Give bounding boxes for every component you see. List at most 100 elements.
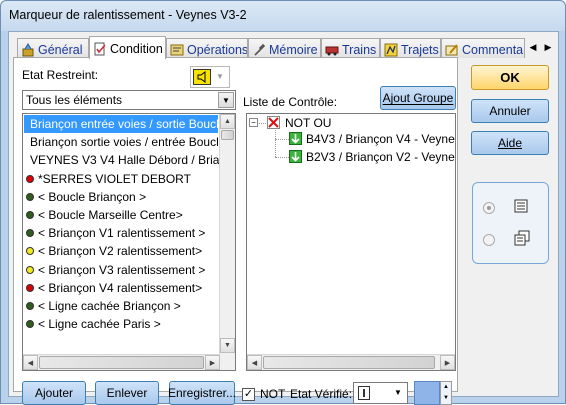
element-list-item[interactable]: < Briançon V2 ralentissement> xyxy=(24,242,218,260)
element-list-item[interactable]: < Ligne cachée Paris > xyxy=(24,315,218,333)
element-list-item[interactable]: VEYNES V3 V4 Halle Débord / Bria xyxy=(24,151,220,169)
window-title: Marqueur de ralentissement - Veynes V3-2 xyxy=(9,8,247,22)
scroll-left-icon[interactable]: ◀ xyxy=(247,355,262,370)
tree-child-label[interactable]: B4V3 / Briançon V4 - Veynes V3 xyxy=(306,132,455,146)
scroll-up-icon[interactable]: ▲ xyxy=(220,114,235,129)
green-dot-icon xyxy=(26,211,34,219)
ok-label: OK xyxy=(500,70,520,85)
tab-operations[interactable]: Opérations xyxy=(166,38,248,58)
green-down-arrow-icon xyxy=(289,150,302,163)
tab-commentaires[interactable]: Commenta xyxy=(441,38,525,58)
green-dot-icon xyxy=(26,192,34,201)
element-label: < Boucle Marseille Centre> xyxy=(38,208,183,222)
element-list-item[interactable]: < Briançon V3 ralentissement > xyxy=(24,261,218,279)
green-down-arrow-icon xyxy=(289,132,302,145)
view-copy-radio[interactable] xyxy=(483,234,495,246)
etat-verifie-label: Etat Vérifié: xyxy=(290,387,353,401)
tab-trains[interactable]: Trains xyxy=(321,38,380,58)
ajouter-label: Ajouter xyxy=(34,386,74,400)
value-field[interactable] xyxy=(414,381,440,405)
filter-select[interactable]: Tous les éléments ▼ xyxy=(22,90,236,110)
condition-doc-icon xyxy=(94,42,106,56)
condition-panel: Etat Restreint: ▼ Tous les éléments ▼ Br… xyxy=(13,57,458,405)
collapse-icon[interactable]: − xyxy=(249,118,258,127)
tab-memoire-label: Mémoire xyxy=(269,42,318,57)
element-list-item[interactable]: *SERRES VIOLET DEBORT xyxy=(24,170,218,188)
ajouter-button[interactable]: Ajouter xyxy=(22,381,86,405)
hscroll-thumb[interactable] xyxy=(39,356,204,369)
train-icon xyxy=(325,46,339,55)
element-label: < Ligne cachée Paris > xyxy=(38,317,161,332)
scroll-right-icon[interactable]: ▶ xyxy=(205,355,220,370)
element-label: < Ligne cachée Briançon > xyxy=(38,299,181,313)
etat-verifie-select[interactable]: ▼ xyxy=(353,382,408,404)
enregistrer-button[interactable]: Enregistrer... xyxy=(168,381,236,405)
element-label: *SERRES VIOLET DEBORT xyxy=(38,171,191,186)
ajout-groupe-button[interactable]: Ajout Groupe xyxy=(380,86,456,110)
element-list-item[interactable]: Briançon sortie voies / entrée Boucle xyxy=(24,133,225,151)
tree-hscroll[interactable]: ◀ ▶ xyxy=(247,354,455,370)
control-list-tree[interactable]: − NOT OU B4V3 / Briançon V4 - Veynes V3 … xyxy=(246,113,456,371)
wrench-icon xyxy=(254,43,266,56)
element-list-item[interactable]: < Briançon V1 ralentissement > xyxy=(24,224,218,242)
annuler-button[interactable]: Annuler xyxy=(471,99,549,123)
tab-general[interactable]: Général xyxy=(17,38,89,58)
not-x-icon xyxy=(267,116,280,129)
tab-scroll-right-icon[interactable]: ▶ xyxy=(540,38,556,56)
element-list-item[interactable]: < Boucle Marseille Centre> xyxy=(24,206,218,224)
element-label: Briançon sortie voies / entrée Boucle xyxy=(30,135,226,150)
chevron-down-icon: ▼ xyxy=(218,92,234,108)
element-label: < Briançon V3 ralentissement > xyxy=(38,262,206,277)
green-dot-icon xyxy=(26,302,34,310)
hscroll-thumb[interactable] xyxy=(263,356,435,369)
scroll-right-icon[interactable]: ▶ xyxy=(440,355,455,370)
etat-restreint-label: Etat Restreint: xyxy=(22,68,99,82)
tab-memoire[interactable]: Mémoire xyxy=(248,38,321,58)
tab-operations-label: Opérations xyxy=(187,42,248,57)
enlever-button[interactable]: Enlever xyxy=(95,381,159,405)
spin-down-icon[interactable]: ▼ xyxy=(441,393,451,404)
green-dot-icon xyxy=(26,229,34,238)
tab-trajets[interactable]: Trajets xyxy=(380,38,441,58)
element-list-item[interactable]: < Briançon V4 ralentissement> xyxy=(24,279,218,297)
scroll-down-icon[interactable]: ▼ xyxy=(220,338,235,353)
green-dot-icon xyxy=(26,320,34,329)
dialog-window: Marqueur de ralentissement - Veynes V3-2… xyxy=(0,0,566,405)
title-bar[interactable]: Marqueur de ralentissement - Veynes V3-2 xyxy=(1,1,565,31)
element-list-item[interactable]: < Ligne cachée Briançon > xyxy=(24,297,218,315)
tab-condition-label: Condition xyxy=(110,42,163,56)
aide-label: Aide xyxy=(497,136,523,150)
tree-child-label[interactable]: B2V3 / Briançon V2 - Veynes V3 xyxy=(306,150,455,164)
spin-up-icon[interactable]: ▲ xyxy=(441,382,451,393)
scroll-thumb[interactable] xyxy=(221,130,234,140)
operations-icon xyxy=(170,44,184,55)
paint-icon xyxy=(22,42,34,56)
element-label: VEYNES V3 V4 Halle Débord / Bria xyxy=(30,153,220,168)
aide-button[interactable]: Aide xyxy=(471,131,549,155)
tab-strip: Général Condition Opérations Mémoire Tra… xyxy=(13,36,558,59)
view-list-radio[interactable] xyxy=(483,202,495,214)
pencil-icon xyxy=(445,43,458,55)
tab-condition[interactable]: Condition xyxy=(89,36,166,59)
elements-list[interactable]: Briançon entrée voies / sortie Boucle Bri… xyxy=(22,113,236,371)
scroll-left-icon[interactable]: ◀ xyxy=(23,355,38,370)
liste-controle-label: Liste de Contrôle: xyxy=(243,95,338,109)
red-dot-icon xyxy=(26,174,34,183)
chevron-down-icon: ▼ xyxy=(394,387,402,397)
tab-general-label: Général xyxy=(38,42,83,57)
ok-button[interactable]: OK xyxy=(471,65,549,90)
copy-icon xyxy=(514,230,530,246)
element-list-item[interactable]: Briançon entrée voies / sortie Boucle xyxy=(24,115,225,133)
route-icon xyxy=(384,43,398,56)
not-checkbox[interactable]: ✓ xyxy=(242,388,255,401)
value-spinner[interactable]: ▲ ▼ xyxy=(440,381,452,405)
element-list-item[interactable]: < Boucle Briançon > xyxy=(24,188,218,206)
elements-vscroll[interactable]: ▲ ▼ xyxy=(219,114,235,370)
etat-restreint-select[interactable]: ▼ xyxy=(190,66,230,88)
tree-root-label[interactable]: NOT OU xyxy=(285,116,331,130)
enlever-label: Enlever xyxy=(106,386,148,400)
tab-scroll-left-icon[interactable]: ◀ xyxy=(525,38,541,56)
elements-hscroll[interactable]: ◀ ▶ xyxy=(23,354,220,370)
element-label: < Briançon V4 ralentissement> xyxy=(38,280,203,295)
tab-trains-label: Trains xyxy=(342,42,377,57)
